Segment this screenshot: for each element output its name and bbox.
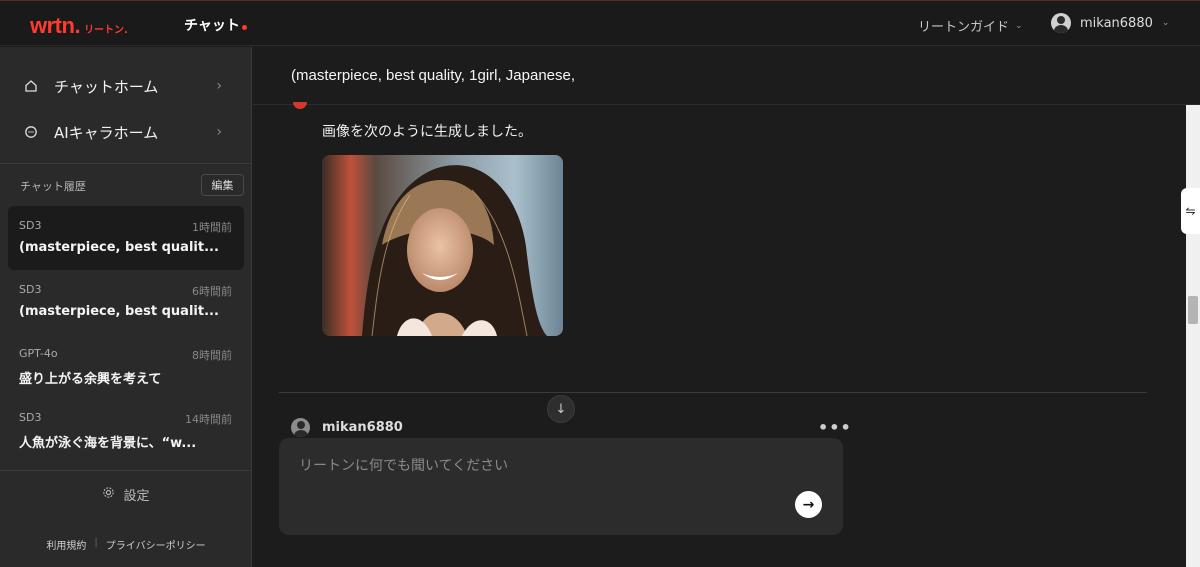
chevron-right-icon: › — [216, 124, 222, 140]
avatar-icon — [1051, 13, 1071, 33]
terms-link[interactable]: 利用規約 — [46, 537, 86, 552]
history-time: 8時間前 — [192, 349, 232, 362]
avatar-icon — [291, 418, 310, 437]
chevron-down-icon: ⌄ — [1161, 18, 1170, 28]
history-item[interactable]: SD3 14時間前 人魚が泳ぐ海を背景に、“w... — [8, 398, 244, 462]
sidebar-item-label: チャットホーム — [54, 77, 159, 96]
settings-label: 設定 — [123, 489, 150, 504]
arrow-right-icon: → — [802, 496, 815, 513]
privacy-link[interactable]: プライバシーポリシー — [106, 537, 206, 552]
assistant-message: 画像を次のように生成しました。 — [322, 124, 532, 140]
scrollbar-thumb[interactable] — [1188, 296, 1198, 324]
footer-links: 利用規約 | プライバシーポリシー — [0, 537, 252, 552]
wrtn-logo[interactable]: wrtn. リートン. — [30, 13, 128, 39]
top-bar: wrtn. リートン. チャット リートンガイド ⌄ mikan6880 ⌄ — [0, 0, 1200, 46]
nav-chat-label: チャット — [184, 18, 240, 34]
divider — [0, 163, 252, 164]
generated-image[interactable] — [322, 155, 563, 336]
history-time: 1時間前 — [192, 221, 232, 234]
history-item[interactable]: SD3 1時間前 (masterpiece, best qualit... — [8, 206, 244, 270]
chevron-right-icon: › — [216, 78, 222, 94]
chat-input-box: → — [279, 438, 843, 535]
history-title: 人魚が泳ぐ海を背景に、“w... — [19, 436, 197, 451]
brand-dot-icon — [241, 25, 247, 30]
guide-dropdown[interactable]: リートンガイド ⌄ — [918, 16, 1023, 35]
history-title: 盛り上がる余興を考えて — [19, 372, 162, 387]
footer-separator: | — [94, 537, 98, 548]
scroll-down-button[interactable]: ↓ — [547, 395, 575, 423]
scrollbar[interactable] — [1186, 105, 1200, 567]
logo-wordmark: wrtn. — [30, 13, 81, 38]
username-label: mikan6880 — [1080, 15, 1153, 31]
chat-input[interactable] — [299, 454, 779, 478]
user-menu[interactable]: mikan6880 ⌄ — [1051, 13, 1169, 33]
arrow-down-icon: ↓ — [555, 401, 567, 417]
sidebar-item-ai-chara-home[interactable]: AIキャラホーム › — [0, 112, 252, 152]
history-title: (masterpiece, best qualit... — [19, 304, 219, 319]
chat-title: (masterpiece, best quality, 1girl, Japan… — [291, 67, 576, 84]
send-button[interactable]: → — [795, 491, 822, 518]
guide-label: リートンガイド — [918, 20, 1010, 35]
nav-chat-link[interactable]: チャット — [184, 15, 247, 35]
chat-bubble-icon — [24, 125, 38, 139]
history-heading: チャット履歴 — [20, 180, 86, 193]
chat-main: (masterpiece, best quality, 1girl, Japan… — [253, 47, 1200, 567]
collapse-icon: ⇋ — [1185, 204, 1196, 218]
history-time: 6時間前 — [192, 285, 232, 298]
user-message-header: mikan6880 — [291, 418, 403, 437]
sidebar: チャットホーム › AIキャラホーム › チャット履歴 編集 SD3 1時間前 … — [0, 47, 252, 567]
chat-header: (masterpiece, best quality, 1girl, Japan… — [253, 47, 1200, 105]
user-name: mikan6880 — [322, 420, 403, 435]
settings-button[interactable]: 設定 — [0, 485, 252, 504]
home-icon — [24, 79, 38, 93]
history-item[interactable]: GPT-4o 8時間前 盛り上がる余興を考えて — [8, 334, 244, 398]
chevron-down-icon: ⌄ — [1015, 20, 1023, 31]
scroll-divider — [279, 392, 1147, 393]
sidebar-item-label: AIキャラホーム — [54, 123, 159, 142]
divider — [0, 470, 252, 471]
history-item[interactable]: SD3 6時間前 (masterpiece, best qualit... — [8, 270, 244, 334]
side-panel-toggle[interactable]: ⇋ — [1181, 188, 1200, 234]
history-title: (masterpiece, best qualit... — [19, 240, 219, 255]
edit-history-button[interactable]: 編集 — [201, 174, 244, 196]
logo-subtitle: リートン. — [84, 25, 128, 36]
assistant-avatar-icon — [293, 102, 307, 109]
more-options-icon[interactable]: ••• — [818, 418, 852, 437]
history-time: 14時間前 — [185, 413, 232, 426]
sidebar-item-chat-home[interactable]: チャットホーム › — [0, 66, 252, 106]
gear-icon — [102, 486, 115, 503]
